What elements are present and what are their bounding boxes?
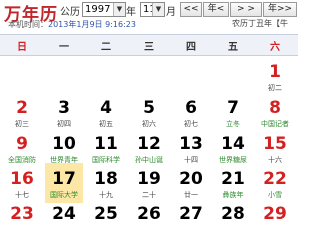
day-number: 26 <box>137 204 161 224</box>
local-time-value: 2013年1月9日 9:16:23 <box>48 20 136 29</box>
calendar-day-cell[interactable]: 23 <box>3 198 41 238</box>
weekday-header-6: 六 <box>270 42 280 53</box>
prev-month-button[interactable]: 年< <box>203 2 229 17</box>
day-number: 21 <box>221 169 245 189</box>
day-number: 1 <box>269 62 281 82</box>
calendar-day-cell[interactable]: 3 初四 <box>45 92 83 132</box>
weekday-header-4: 四 <box>186 42 196 53</box>
day-number: 15 <box>263 134 287 154</box>
local-time-label: 本机时间： <box>8 20 48 29</box>
calendar-day-cell[interactable]: 5 初六 <box>130 92 168 132</box>
next-year-button[interactable]: 年>> <box>263 2 297 17</box>
chevron-down-icon: ▼ <box>152 3 164 16</box>
year-select[interactable]: 1997 ▼ <box>82 2 126 17</box>
year-select-value: 1997 <box>85 4 111 15</box>
calendar-day-cell[interactable]: 26 <box>130 198 168 238</box>
chevron-down-icon: ▼ <box>113 3 125 16</box>
calendar-type-label: 公历 <box>60 7 80 18</box>
calendar-day-cell[interactable]: 11 国际科学 <box>87 128 125 168</box>
calendar-day-cell[interactable]: 18 十九 <box>87 163 125 203</box>
day-number: 13 <box>179 134 203 154</box>
calendar-day-cell[interactable]: 2 初三 <box>3 92 41 132</box>
calendar-day-cell[interactable]: 25 <box>87 198 125 238</box>
month-unit-label: 月 <box>166 7 176 18</box>
calendar-day-cell[interactable]: 1 初二 <box>256 56 294 96</box>
calendar-day-cell[interactable]: 10 世界青年 <box>45 128 83 168</box>
day-number: 20 <box>179 169 203 189</box>
day-number: 9 <box>16 134 28 154</box>
calendar-day-cell[interactable]: 19 二十 <box>130 163 168 203</box>
lunar-year-info: 农历丁丑年【牛 <box>232 19 288 28</box>
calendar-day-cell[interactable]: 29 <box>256 198 294 238</box>
calendar-day-cell[interactable]: 28 <box>214 198 252 238</box>
day-number: 24 <box>52 204 76 224</box>
calendar-day-cell[interactable]: 12 孙中山诞 <box>130 128 168 168</box>
day-number: 3 <box>58 98 70 118</box>
day-number: 11 <box>94 134 118 154</box>
day-number: 12 <box>137 134 161 154</box>
calendar-day-cell[interactable]: 7 立冬 <box>214 92 252 132</box>
day-number: 16 <box>10 169 34 189</box>
next-month-button[interactable]: > > <box>230 2 262 17</box>
calendar-day-cell[interactable]: 20 廿一 <box>172 163 210 203</box>
day-number: 28 <box>221 204 245 224</box>
prev-year-button[interactable]: << <box>180 2 202 17</box>
weekday-header-0: 日 <box>17 42 27 53</box>
weekday-header-1: 一 <box>59 42 69 53</box>
day-number: 29 <box>263 204 287 224</box>
day-number: 18 <box>94 169 118 189</box>
calendar-day-cell[interactable]: 17 国际大学 <box>45 163 83 203</box>
day-number: 14 <box>221 134 245 154</box>
local-time: 本机时间：2013年1月9日 9:16:23 <box>8 19 136 30</box>
day-number: 5 <box>143 98 155 118</box>
weekday-header-2: 二 <box>101 42 111 53</box>
weekday-header-3: 三 <box>144 42 154 53</box>
calendar-day-cell[interactable]: 8 中国记者 <box>256 92 294 132</box>
day-number: 7 <box>227 98 239 118</box>
day-number: 22 <box>263 169 287 189</box>
calendar-day-cell[interactable]: 21 彝族年 <box>214 163 252 203</box>
calendar-day-cell[interactable]: 16 十七 <box>3 163 41 203</box>
day-number: 27 <box>179 204 203 224</box>
weekday-header-5: 五 <box>228 42 238 53</box>
calendar-day-cell[interactable]: 13 十四 <box>172 128 210 168</box>
day-number: 25 <box>94 204 118 224</box>
day-number: 17 <box>52 169 76 189</box>
day-number: 19 <box>137 169 161 189</box>
calendar-day-cell[interactable]: 27 <box>172 198 210 238</box>
day-number: 6 <box>185 98 197 118</box>
calendar-day-cell[interactable]: 24 <box>45 198 83 238</box>
calendar-day-cell[interactable]: 6 初七 <box>172 92 210 132</box>
calendar-day-cell[interactable]: 4 初五 <box>87 92 125 132</box>
day-number: 10 <box>52 134 76 154</box>
calendar-day-cell[interactable]: 14 世界糖尿 <box>214 128 252 168</box>
day-number: 4 <box>100 98 112 118</box>
calendar-day-cell[interactable]: 22 小雪 <box>256 163 294 203</box>
day-number: 8 <box>269 98 281 118</box>
month-select[interactable]: 11 ▼ <box>140 2 165 17</box>
year-unit-label: 年 <box>126 7 136 18</box>
day-number: 23 <box>10 204 34 224</box>
day-number: 2 <box>16 98 28 118</box>
calendar-day-cell[interactable]: 15 十六 <box>256 128 294 168</box>
calendar-day-cell[interactable]: 9 全国消防 <box>3 128 41 168</box>
